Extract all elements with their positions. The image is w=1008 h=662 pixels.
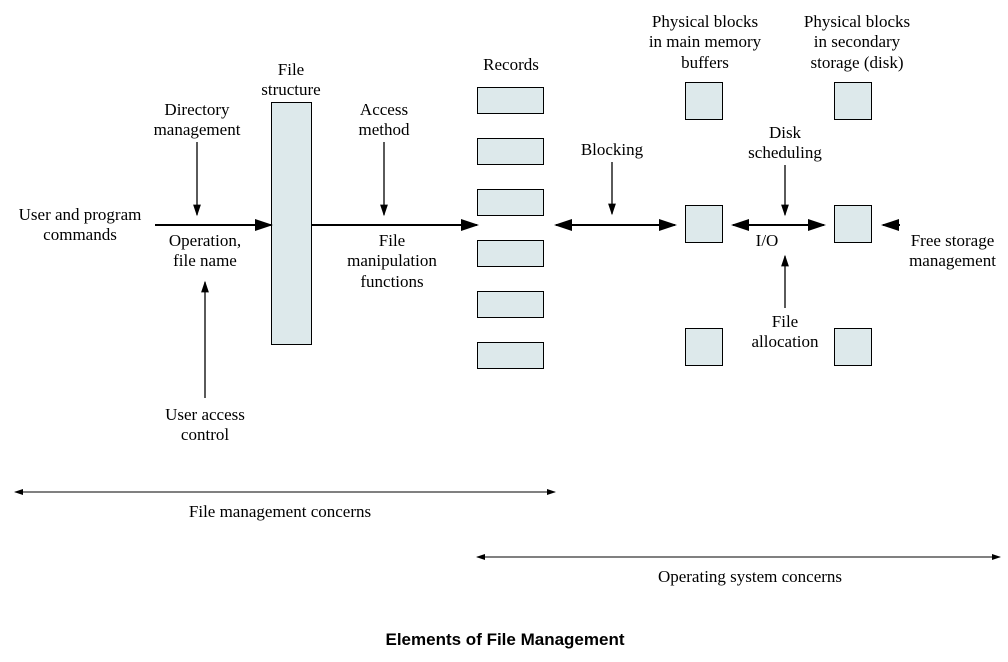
arrows-svg [0,0,1008,662]
